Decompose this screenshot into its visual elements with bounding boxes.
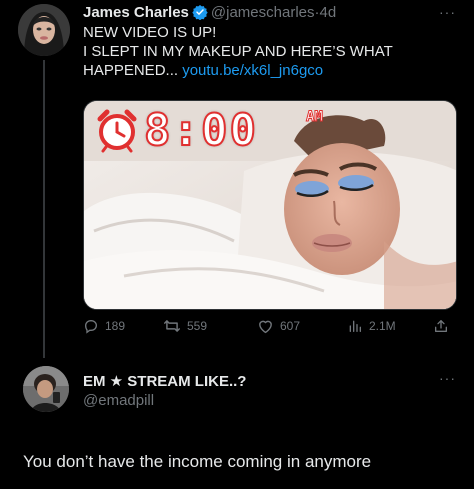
reply-handle[interactable]: @emadpill — [83, 392, 154, 409]
tweet-text-line: HAPPENED... youtu.be/xk6l_jn6gco — [83, 61, 453, 80]
alarm-clock-icon — [97, 109, 137, 153]
reply-avatar-image — [23, 366, 69, 412]
thread-line — [43, 60, 45, 358]
views-count: 2.1M — [369, 319, 396, 333]
retweet-button[interactable]: 559 — [163, 318, 207, 334]
share-icon — [435, 320, 447, 332]
media-thumbnail[interactable]: 8:00 AM — [83, 100, 457, 310]
am-label: AM — [306, 109, 324, 126]
tweet-text-prefix: HAPPENED... — [83, 62, 183, 79]
like-count: 607 — [280, 319, 301, 333]
tweet-text: NEW VIDEO IS UP! I SLEPT IN MY MAKEUP AN… — [83, 23, 453, 80]
tweet[interactable]: James Charles @jamescharles·4d ··· NEW VI… — [0, 0, 474, 358]
reply-text: You don’t have the income coming in anym… — [23, 452, 372, 471]
tweet-text-line: NEW VIDEO IS UP! — [83, 24, 217, 41]
retweet-icon — [164, 320, 180, 332]
reply-count: 189 — [105, 319, 126, 333]
reply-tweet[interactable]: EM ★ STREAM LIKE..? @emadpill ··· You do… — [0, 350, 474, 489]
more-options-icon[interactable]: ··· — [439, 4, 456, 20]
handle[interactable]: @jamescharles — [211, 4, 315, 21]
retweet-count: 559 — [187, 319, 208, 333]
reply-display-name[interactable]: EM ★ STREAM LIKE..? — [83, 372, 246, 390]
avatar[interactable] — [18, 4, 70, 56]
views-chart-icon — [349, 320, 361, 332]
reply-avatar[interactable] — [23, 366, 69, 412]
views-button[interactable]: 2.1M — [347, 318, 396, 334]
video-link[interactable]: youtu.be/xk6l_jn6gco — [182, 62, 323, 79]
time-overlay: 8:00 — [143, 104, 258, 157]
like-button[interactable]: 607 — [257, 318, 300, 334]
reply-button[interactable]: 189 — [83, 318, 125, 334]
share-button[interactable] — [433, 318, 449, 334]
reply-more-options-icon[interactable]: ··· — [439, 370, 456, 386]
reply-icon — [84, 319, 98, 334]
avatar-image — [18, 4, 70, 56]
display-name[interactable]: James Charles — [83, 4, 189, 21]
action-bar: 189 559 607 2.1M — [83, 318, 457, 338]
timestamp[interactable]: 4d — [320, 4, 337, 21]
heart-icon — [259, 320, 272, 334]
tweet-text-line: I SLEPT IN MY MAKEUP AND HERE’S WHAT — [83, 43, 393, 60]
